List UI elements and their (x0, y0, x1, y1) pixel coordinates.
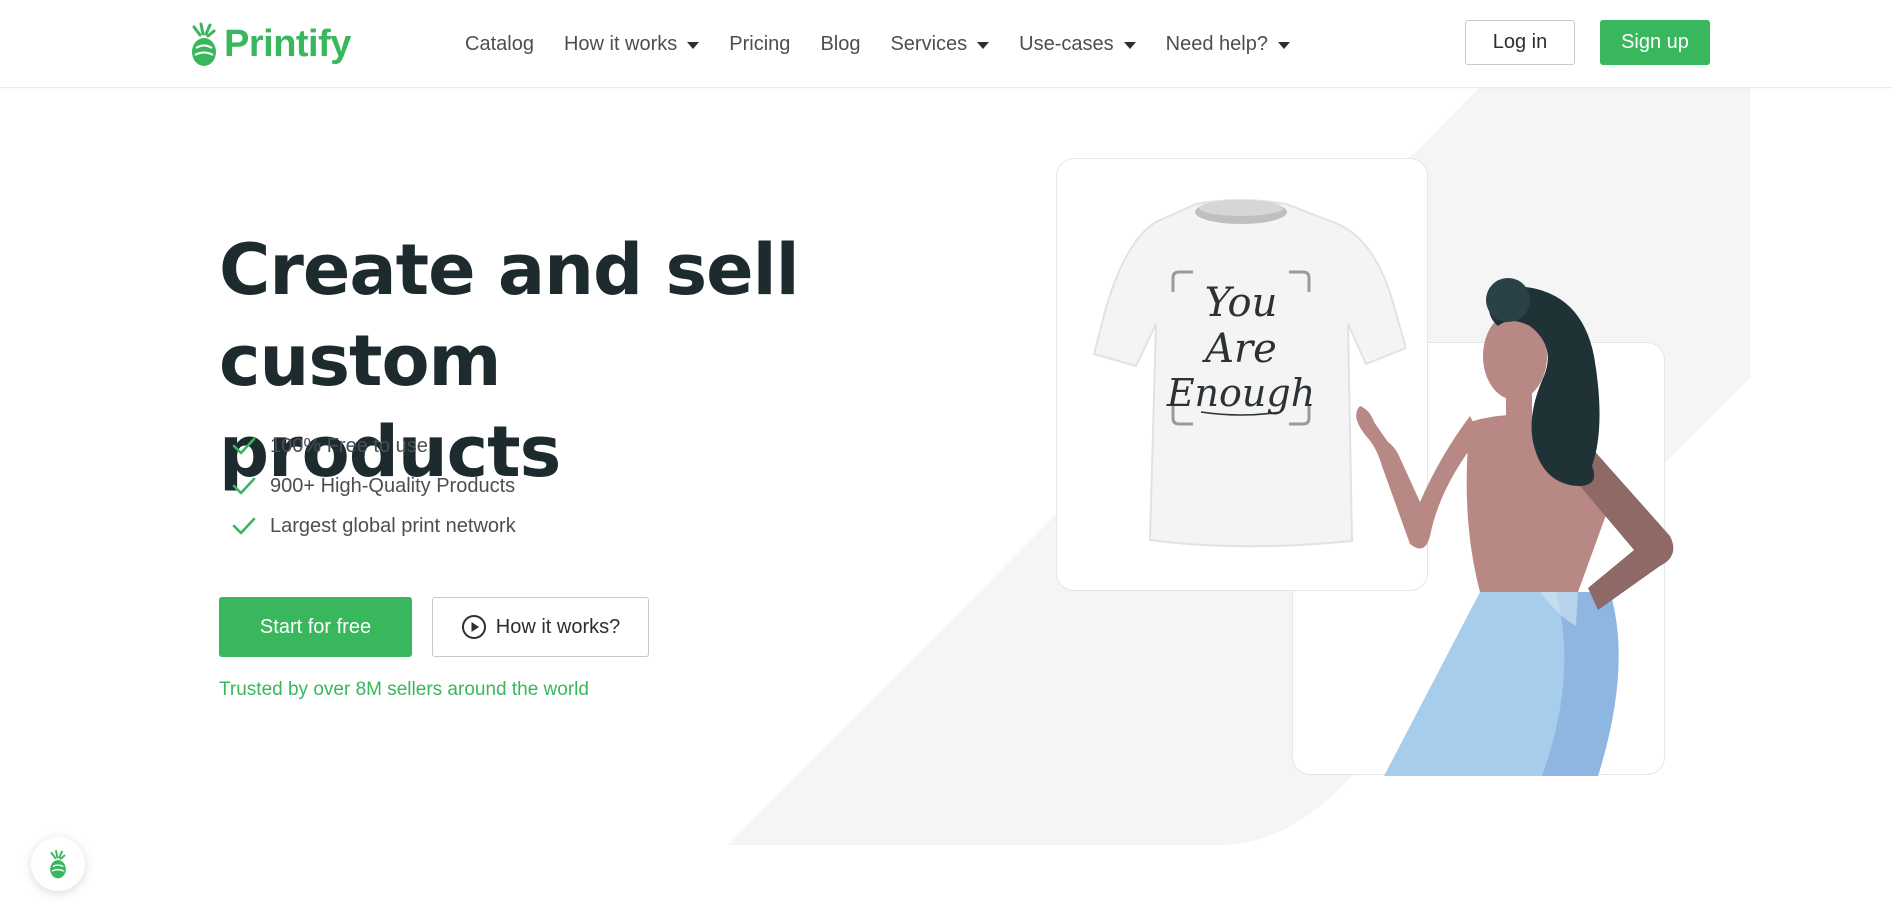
feature-text: Largest global print network (270, 514, 516, 537)
check-icon (232, 517, 256, 535)
nav-item-label: Use-cases (1019, 32, 1114, 55)
logo-wordmark: Printify (224, 22, 351, 65)
caret-down-icon (977, 41, 990, 49)
nav-item-label: Need help? (1165, 32, 1268, 55)
printify-logo[interactable]: Printify (188, 20, 351, 68)
play-circle-icon (461, 615, 486, 639)
woman-illustration (1356, 278, 1674, 776)
pineapple-icon (192, 22, 216, 66)
tshirt-print-line: You (1205, 280, 1278, 326)
caret-down-icon (1277, 41, 1290, 49)
nav-item-pricing[interactable]: Pricing (729, 33, 790, 56)
nav-item-catalog[interactable]: Catalog (465, 33, 534, 56)
chat-widget-button[interactable] (31, 837, 85, 891)
feature-item: 900+ High-Quality Products (232, 466, 516, 506)
nav-item-how-it-works[interactable]: How it works (563, 32, 700, 56)
nav-item-label: Pricing (729, 32, 791, 55)
nav-item-need-help[interactable]: Need help? (1166, 33, 1290, 56)
how-it-works-label: How it works? (495, 615, 621, 638)
feature-text: 900+ High-Quality Products (270, 474, 516, 497)
nav-item-use-cases[interactable]: Use-cases (1019, 32, 1136, 56)
pineapple-icon (50, 849, 66, 879)
hero-title-line: Create and sell (219, 229, 800, 311)
nav-item-label: Services (890, 32, 968, 55)
tshirt-print-line: Are (1201, 326, 1277, 372)
nav-item-label: Catalog (465, 32, 534, 55)
check-icon (232, 437, 256, 455)
tshirt-print-line: Enough (1166, 371, 1315, 415)
nav-item-blog[interactable]: Blog (820, 33, 860, 56)
trusted-by-text: Trusted by over 8M sellers around the wo… (219, 679, 589, 700)
nav-item-label: Blog (820, 32, 861, 55)
site-header: Printify Catalog How it works Pricing Bl… (0, 0, 1892, 88)
feature-list: 100% Free to use 900+ High-Quality Produ… (232, 426, 516, 546)
feature-text: 100% Free to use (270, 434, 428, 457)
feature-item: 100% Free to use (232, 426, 516, 466)
nav-item-services[interactable]: Services (890, 32, 990, 56)
how-it-works-button[interactable]: How it works? (432, 597, 649, 657)
check-icon (232, 477, 256, 495)
caret-down-icon (1123, 41, 1136, 49)
feature-item: Largest global print network (232, 506, 516, 546)
main-nav: Catalog How it works Pricing Blog Servic… (465, 0, 1320, 88)
start-for-free-button[interactable]: Start for free (219, 597, 412, 657)
login-button[interactable]: Log in (1465, 20, 1575, 65)
nav-item-label: How it works (563, 32, 678, 55)
signup-button[interactable]: Sign up (1600, 20, 1710, 65)
caret-down-icon (687, 41, 700, 49)
